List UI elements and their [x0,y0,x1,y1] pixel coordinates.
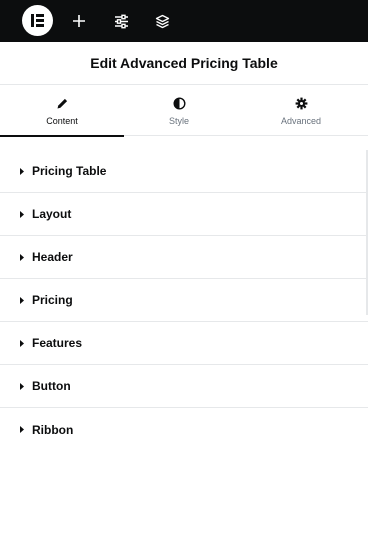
caret-right-icon [20,253,24,261]
section-list: Pricing Table Layout Header Pricing Feat… [0,150,368,451]
caret-right-icon [20,167,24,175]
section-label: Pricing [32,293,73,307]
section-label: Header [32,250,73,264]
layers-icon [155,14,169,28]
section-layout[interactable]: Layout [0,193,368,236]
tab-advanced-label: Advanced [280,116,322,126]
section-label: Pricing Table [32,164,107,178]
tab-style-label: Style [168,116,189,126]
half-circle-icon [172,96,186,110]
caret-right-icon [20,426,24,433]
caret-right-icon [20,382,24,390]
caret-right-icon [20,339,24,347]
panel-header: Edit Advanced Pricing Table [0,42,368,85]
tab-style[interactable]: Style [124,85,234,136]
site-settings-button[interactable] [109,9,133,33]
caret-right-icon [20,210,24,218]
tab-content[interactable]: Content [0,85,124,137]
add-element-button[interactable] [67,9,91,33]
section-label: Layout [32,207,72,221]
caret-right-icon [20,296,24,304]
pencil-icon [57,98,67,108]
tab-content-label: Content [46,116,78,126]
elementor-logo-icon[interactable] [22,5,53,36]
section-pricing[interactable]: Pricing [0,279,368,322]
plus-icon [73,15,85,27]
section-header[interactable]: Header [0,236,368,279]
section-label: Features [32,336,83,350]
section-button[interactable]: Button [0,365,368,408]
page-title: Edit Advanced Pricing Table [90,55,278,71]
section-label: Ribbon [32,422,74,437]
section-label: Button [32,379,71,393]
tab-advanced[interactable]: Advanced [234,85,368,136]
panel-tabs: Content Style Advanced [0,85,368,137]
sliders-icon [114,14,128,28]
top-bar [0,0,368,42]
gear-icon [295,97,307,109]
structure-button[interactable] [150,9,174,33]
section-features[interactable]: Features [0,322,368,365]
section-ribbon[interactable]: Ribbon [0,408,368,451]
section-pricing-table[interactable]: Pricing Table [0,150,368,193]
